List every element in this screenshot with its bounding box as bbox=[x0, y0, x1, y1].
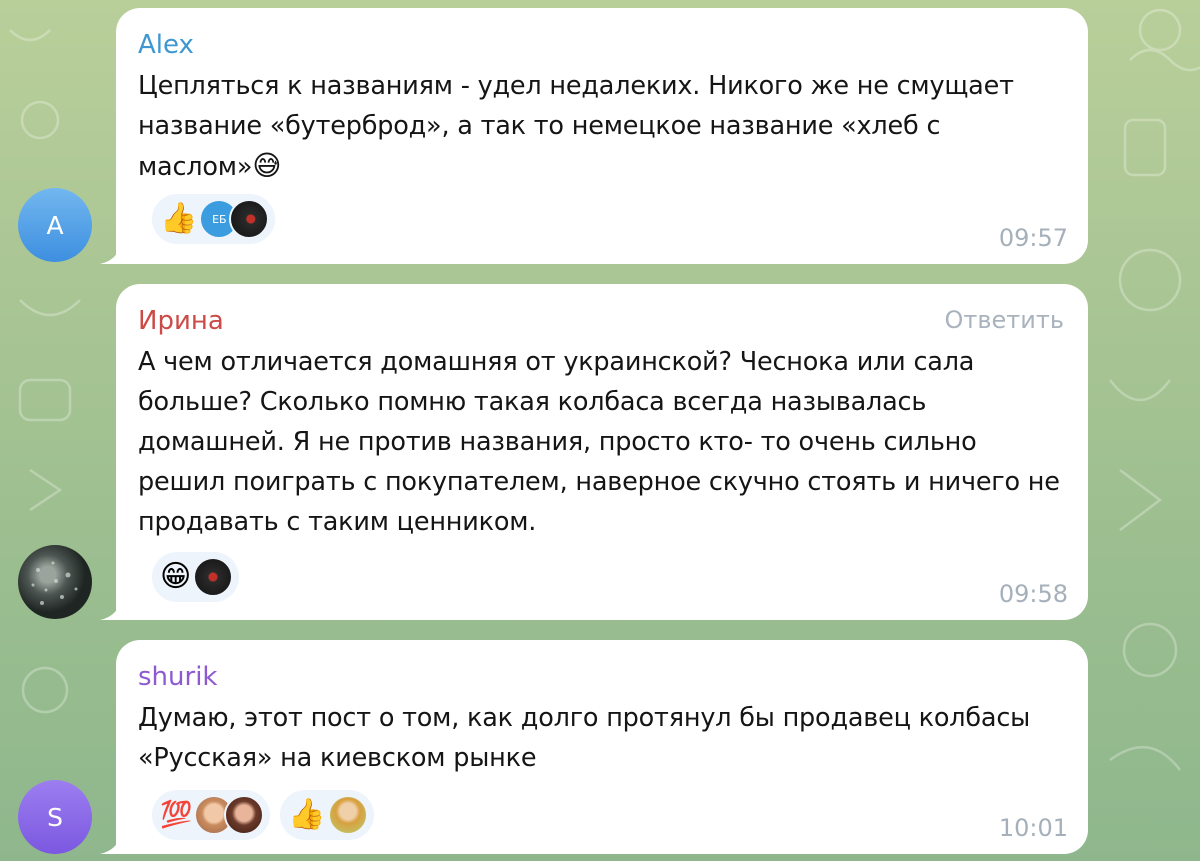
avatar-letter: A bbox=[46, 210, 64, 240]
message-time: 09:58 bbox=[998, 580, 1068, 608]
sender-name[interactable]: shurik bbox=[138, 662, 1064, 692]
reactor-initials: ЕБ bbox=[212, 212, 227, 226]
message-time: 09:57 bbox=[998, 224, 1068, 252]
sweat-smile-emoji-icon: 😅 bbox=[252, 149, 282, 182]
message-time: 10:01 bbox=[998, 814, 1068, 842]
bubble-tail bbox=[100, 242, 122, 264]
message-text: А чем отличается домашняя от украинской?… bbox=[138, 347, 1060, 537]
reactor-avatar-photo bbox=[327, 795, 368, 835]
avatar-alex[interactable]: A bbox=[18, 188, 92, 262]
reaction-grin[interactable]: 😁 bbox=[152, 552, 240, 602]
bubble-tail bbox=[100, 598, 122, 620]
reaction-thumbs-up[interactable]: 👍 ЕБ bbox=[152, 194, 276, 244]
reaction-hundred[interactable]: 💯 bbox=[152, 790, 271, 840]
reactions-bar: 💯 👍 bbox=[152, 790, 374, 840]
hundred-points-emoji-icon: 💯 bbox=[160, 800, 193, 830]
thumbs-up-emoji-icon: 👍 bbox=[288, 797, 326, 832]
bubble-tail bbox=[100, 832, 122, 854]
sender-name[interactable]: Ирина bbox=[138, 306, 1064, 336]
message-text: Думаю, этот пост о том, как долго протян… bbox=[138, 703, 1031, 773]
reactor-avatar-photo bbox=[224, 795, 265, 835]
reactor-avatar-dark bbox=[193, 557, 234, 597]
avatar-shurik[interactable]: S bbox=[18, 780, 92, 854]
reactions-bar: 😁 bbox=[152, 552, 240, 602]
avatar-letter: S bbox=[47, 802, 63, 832]
message-bubble[interactable]: shurik Думаю, этот пост о том, как долго… bbox=[100, 640, 1088, 854]
reactor-avatar-dark bbox=[229, 199, 270, 239]
sender-name[interactable]: Alex bbox=[138, 30, 1064, 60]
reply-button[interactable]: Ответить bbox=[945, 306, 1064, 334]
avatar-photo-icon bbox=[31, 561, 78, 605]
thumbs-up-emoji-icon: 👍 bbox=[160, 201, 198, 236]
reactions-bar: 👍 ЕБ bbox=[152, 194, 276, 244]
message-bubble[interactable]: Ирина Ответить А чем отличается домашняя… bbox=[100, 284, 1088, 620]
reaction-thumbs-up[interactable]: 👍 bbox=[280, 790, 374, 840]
message-text: Цепляться к названиям - удел недалеких. … bbox=[138, 66, 1064, 187]
message-bubble[interactable]: Alex Цепляться к названиям - удел недале… bbox=[100, 8, 1088, 264]
avatar-irina[interactable] bbox=[18, 545, 92, 619]
grin-emoji-icon: 😁 bbox=[160, 559, 192, 594]
